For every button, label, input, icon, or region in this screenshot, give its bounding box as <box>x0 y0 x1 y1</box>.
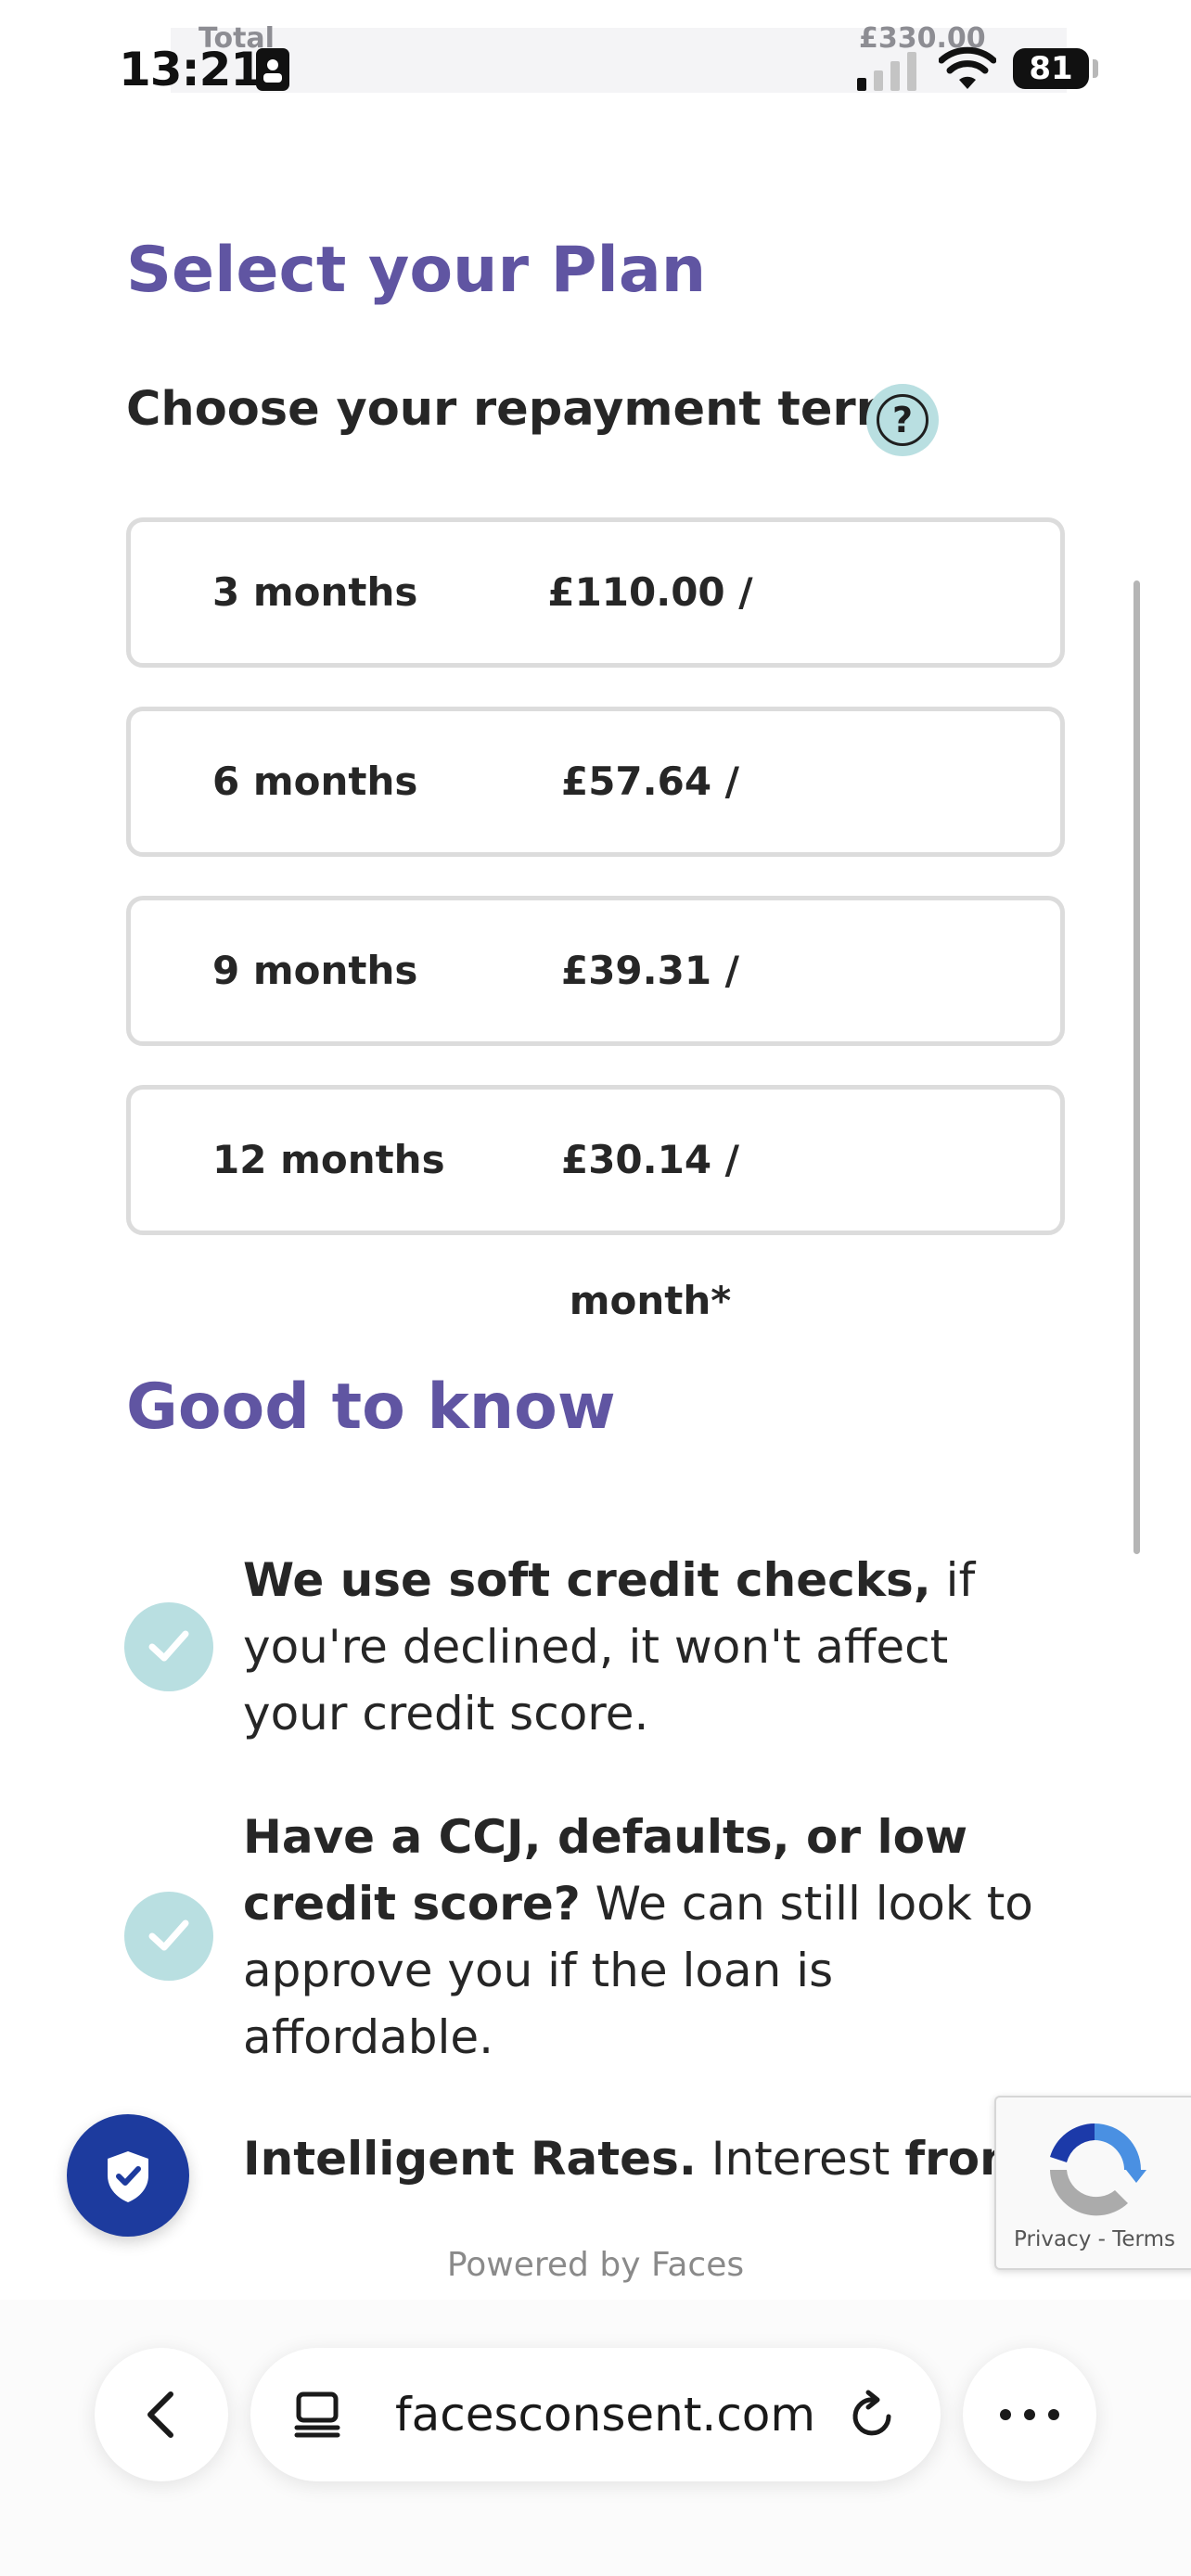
tab-overview-icon[interactable] <box>293 2391 341 2439</box>
powered-by-footer: Powered by Faces <box>446 2246 745 2284</box>
good-to-know-heading: Good to know <box>126 1371 616 1444</box>
question-icon: ? <box>877 394 928 446</box>
check-icon <box>124 1892 213 1981</box>
reload-icon[interactable] <box>846 2389 898 2441</box>
plan-term: 12 months <box>212 1137 445 1182</box>
status-time: 13:21 <box>119 43 263 96</box>
plan-price: £30.14 / month* <box>560 1137 740 1323</box>
help-button[interactable]: ? <box>866 384 939 456</box>
plan-term: 3 months <box>212 569 418 615</box>
battery-cap <box>1093 59 1098 78</box>
security-shield-button[interactable] <box>67 2114 189 2237</box>
plan-term: 6 months <box>212 759 418 804</box>
url-text[interactable]: facesconsent.com <box>395 2348 815 2481</box>
shield-check-icon <box>108 2151 148 2202</box>
plan-option-6-months[interactable]: 6 months £57.64 / month* <box>126 707 1065 945</box>
battery-icon: 81 <box>1013 48 1089 89</box>
more-options-button[interactable] <box>963 2348 1096 2481</box>
back-button[interactable] <box>95 2348 228 2481</box>
info-text: Interest <box>696 2132 905 2186</box>
wifi-icon <box>938 46 997 91</box>
plan-option-12-months[interactable]: 12 months £30.14 / month* <box>126 1085 1065 1323</box>
info-bold: We use soft credit checks, <box>243 1553 931 1607</box>
info-bold: Intelligent Rates. <box>243 2132 697 2186</box>
plan-term: 9 months <box>212 948 418 993</box>
repayment-term-heading: Choose your repayment term <box>126 382 905 437</box>
info-intelligent-rates: Intelligent Rates. Interest from <box>243 2125 1059 2192</box>
page-title: Select your Plan <box>126 234 707 307</box>
page-scrollbar[interactable] <box>1133 580 1140 1554</box>
info-soft-credit-checks: We use soft credit checks, if you're dec… <box>243 1547 1059 1747</box>
plan-option-3-months[interactable]: 3 months £110.00 / month* <box>126 517 1065 756</box>
recaptcha-icon <box>1050 2123 1146 2216</box>
cellular-signal-icon <box>855 50 922 93</box>
chevron-left-icon <box>147 2391 173 2438</box>
focus-icon <box>256 48 289 91</box>
check-icon <box>124 1602 213 1691</box>
plan-option-9-months[interactable]: 9 months £39.31 / month* <box>126 896 1065 1134</box>
address-bar[interactable]: facesconsent.com <box>250 2348 941 2481</box>
ellipsis-icon <box>1000 2409 1059 2420</box>
info-ccj-defaults: Have a CCJ, defaults, or low credit scor… <box>243 1804 1059 2071</box>
